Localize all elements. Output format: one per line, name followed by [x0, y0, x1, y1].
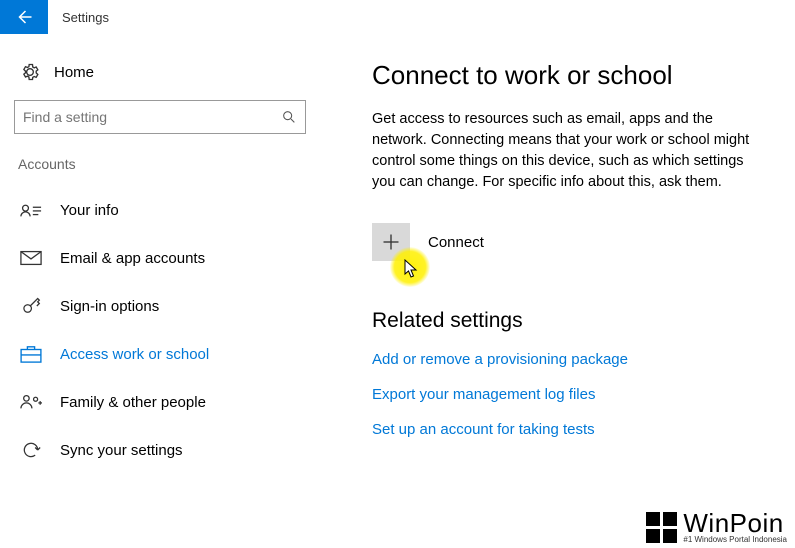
- watermark: WinPoin #1 Windows Portal Indonesia: [646, 510, 787, 544]
- app-title: Settings: [48, 0, 109, 34]
- related-settings-title: Related settings: [372, 309, 765, 333]
- briefcase-icon: [20, 344, 42, 364]
- category-label: Accounts: [14, 156, 306, 186]
- link-export-logs[interactable]: Export your management log files: [372, 386, 765, 403]
- person-card-icon: [20, 200, 42, 220]
- sidebar-item-label: Sync your settings: [60, 442, 183, 459]
- sidebar-item-label: Sign-in options: [60, 298, 159, 315]
- sidebar-item-label: Email & app accounts: [60, 250, 205, 267]
- search-icon: [281, 109, 297, 125]
- connect-label: Connect: [428, 234, 484, 251]
- gear-icon: [20, 62, 40, 82]
- plus-icon: [372, 223, 410, 261]
- search-input[interactable]: [23, 109, 281, 125]
- sidebar-item-access-work-school[interactable]: Access work or school: [14, 330, 306, 378]
- home-label: Home: [54, 64, 94, 81]
- connect-button[interactable]: Connect: [372, 223, 765, 261]
- watermark-name: WinPoin: [683, 510, 787, 536]
- arrow-left-icon: [15, 8, 33, 26]
- sidebar-item-your-info[interactable]: Your info: [14, 186, 306, 234]
- watermark-tagline: #1 Windows Portal Indonesia: [683, 536, 787, 544]
- sidebar: Home Accounts Your info Email & app acco…: [0, 34, 320, 548]
- people-icon: [20, 392, 42, 412]
- page-title: Connect to work or school: [372, 60, 765, 91]
- home-button[interactable]: Home: [14, 56, 306, 100]
- link-setup-test-account[interactable]: Set up an account for taking tests: [372, 421, 765, 438]
- search-box[interactable]: [14, 100, 306, 134]
- sidebar-item-family[interactable]: Family & other people: [14, 378, 306, 426]
- sidebar-item-label: Your info: [60, 202, 119, 219]
- sync-icon: [20, 440, 42, 460]
- sidebar-item-sync[interactable]: Sync your settings: [14, 426, 306, 474]
- page-description: Get access to resources such as email, a…: [372, 109, 765, 193]
- title-bar: Settings: [0, 0, 795, 34]
- cursor-icon: [404, 259, 420, 282]
- sidebar-item-signin-options[interactable]: Sign-in options: [14, 282, 306, 330]
- watermark-logo-icon: [646, 512, 677, 543]
- sidebar-item-email-accounts[interactable]: Email & app accounts: [14, 234, 306, 282]
- back-button[interactable]: [0, 0, 48, 34]
- mail-icon: [20, 248, 42, 268]
- key-icon: [20, 296, 42, 316]
- link-provisioning-package[interactable]: Add or remove a provisioning package: [372, 351, 765, 368]
- sidebar-item-label: Access work or school: [60, 346, 209, 363]
- main-content: Connect to work or school Get access to …: [320, 34, 795, 548]
- sidebar-item-label: Family & other people: [60, 394, 206, 411]
